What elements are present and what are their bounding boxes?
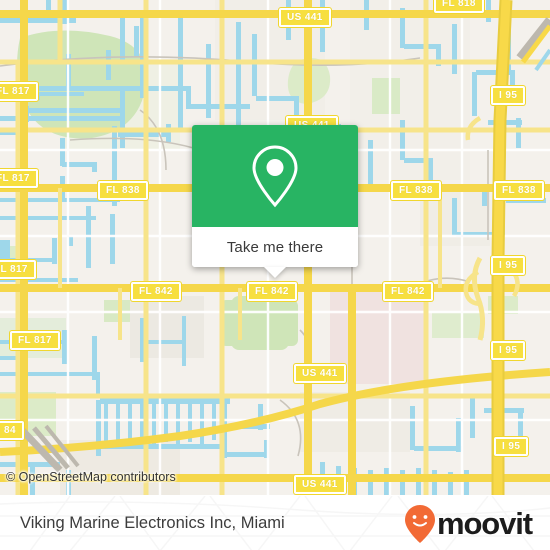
popup-tail: [264, 267, 286, 278]
map-marker-popup[interactable]: Take me there: [192, 125, 358, 278]
road-shield: FL 817: [0, 82, 38, 101]
road-shield: FL 842: [131, 282, 181, 301]
place-title: Viking Marine Electronics Inc, Miami: [20, 514, 285, 532]
road-shield: FL 817: [10, 331, 60, 350]
road-shield: FL 838: [494, 181, 544, 200]
take-me-there-label: Take me there: [226, 238, 324, 256]
road-shield: FL 818: [434, 0, 484, 13]
road-shield: US 441: [279, 8, 331, 27]
moovit-map-page: US 441 FL 818 FL 817 I 95 US 441 FL 838 FL 838…: [0, 0, 550, 550]
road-shield: US 441: [294, 364, 346, 383]
road-shield: I 95: [491, 86, 526, 105]
road-shield: US 441: [294, 475, 346, 494]
moovit-pin-icon: [404, 504, 435, 543]
road-shield: I 95: [491, 341, 526, 360]
road-shield: FL 842: [247, 282, 297, 301]
road-shield: FL 842: [383, 282, 433, 301]
moovit-logo[interactable]: moovit: [404, 496, 533, 550]
popup-image: [192, 125, 358, 227]
road-shield: FL 838: [98, 181, 148, 200]
road-shield: 84: [0, 421, 24, 440]
take-me-there-button[interactable]: Take me there: [192, 227, 358, 278]
map-canvas[interactable]: US 441 FL 818 FL 817 I 95 US 441 FL 838 FL 838…: [0, 0, 550, 495]
road-shield: I 95: [494, 437, 529, 456]
road-shield: I 95: [491, 256, 526, 275]
road-shield: FL 817: [0, 169, 38, 188]
map-attribution[interactable]: © OpenStreetMap contributors: [6, 470, 176, 484]
road-shield: FL 817: [0, 260, 36, 279]
road-shield: FL 838: [391, 181, 441, 200]
moovit-wordmark: moovit: [436, 506, 533, 541]
location-pin-icon: [252, 145, 298, 208]
footer-bar: Viking Marine Electronics Inc, Miami moo…: [0, 495, 550, 550]
